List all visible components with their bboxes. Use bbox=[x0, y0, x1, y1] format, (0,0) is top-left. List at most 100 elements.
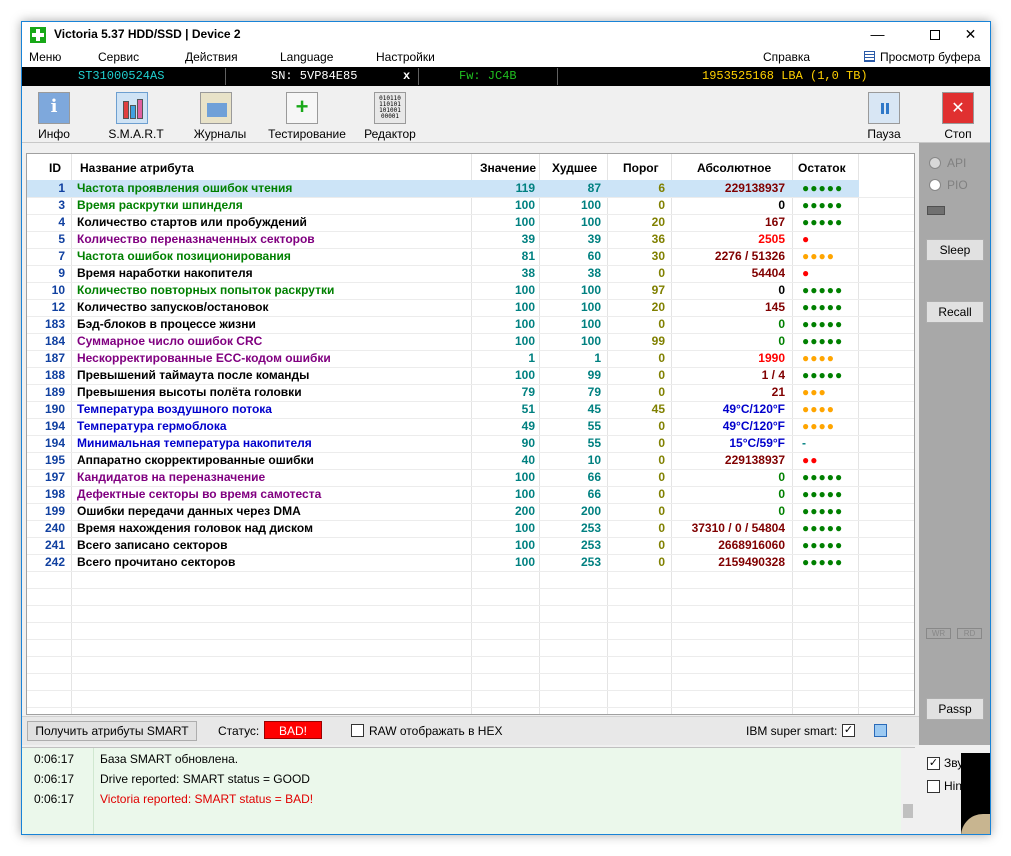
header-raw[interactable]: Абсолютное bbox=[697, 161, 771, 175]
tube-icon bbox=[130, 105, 136, 119]
cell-value: 100 bbox=[514, 521, 535, 535]
table-row[interactable]: 194 Температура гермоблока 49 55 0 49°C/120°F… bbox=[27, 418, 859, 435]
cell-id: 199 bbox=[44, 504, 65, 518]
api-radio[interactable] bbox=[929, 157, 941, 169]
log-message: База SMART обновлена. bbox=[100, 752, 239, 766]
menu-help[interactable]: Справка bbox=[763, 50, 810, 64]
menu-service[interactable]: Сервис bbox=[98, 50, 139, 64]
hints-checkbox[interactable] bbox=[927, 780, 940, 793]
menu-settings[interactable]: Настройки bbox=[376, 50, 435, 64]
grid-line bbox=[27, 520, 914, 521]
log-time: 0:06:17 bbox=[34, 772, 75, 786]
table-row[interactable]: 3 Время раскрутки шпинделя 100 100 0 0 ●●●●● bbox=[27, 197, 859, 214]
header-worst[interactable]: Худшее bbox=[552, 161, 597, 175]
pio-label: PIO bbox=[947, 178, 968, 192]
cell-worst: 253 bbox=[580, 555, 601, 569]
editor-label: Редактор bbox=[364, 127, 416, 141]
table-row[interactable]: 184 Суммарное число ошибок CRC 100 100 99 0 ●●… bbox=[27, 333, 859, 350]
table-row[interactable]: 12 Количество запусков/остановок 100 100 20 1… bbox=[27, 299, 859, 316]
table-row[interactable]: 241 Всего записано секторов 100 253 0 2668916… bbox=[27, 537, 859, 554]
grid-line bbox=[27, 486, 914, 487]
grid-line bbox=[27, 554, 914, 555]
log-scrollbar[interactable] bbox=[901, 748, 915, 834]
grid-line bbox=[27, 452, 914, 453]
menu-actions[interactable]: Действия bbox=[185, 50, 238, 64]
table-row[interactable]: 240 Время нахождения головок над диском 10… bbox=[27, 520, 859, 537]
cell-id: 10 bbox=[51, 283, 65, 297]
device-model: ST31000524AS bbox=[78, 69, 165, 83]
passp-button[interactable]: Passp bbox=[926, 698, 984, 720]
cell-health: ● bbox=[802, 232, 811, 246]
menu-main[interactable]: Меню bbox=[29, 50, 61, 64]
cell-value: 38 bbox=[521, 266, 535, 280]
table-row[interactable]: 183 Бэд-блоков в процессе жизни 100 100 0 0 ●●… bbox=[27, 316, 859, 333]
cell-id: 194 bbox=[44, 436, 65, 450]
log-message: Victoria reported: SMART status = BAD! bbox=[100, 792, 314, 806]
sound-checkbox[interactable]: ✓ bbox=[927, 757, 940, 770]
table-row[interactable]: 199 Ошибки передачи данных через DMA 200 20… bbox=[27, 503, 859, 520]
header-value[interactable]: Значение bbox=[480, 161, 536, 175]
color-indicator[interactable] bbox=[874, 724, 887, 737]
ibm-super-smart-checkbox[interactable]: ✓ bbox=[842, 724, 855, 737]
device-close-icon[interactable]: x bbox=[403, 69, 410, 83]
cell-health: - bbox=[802, 436, 807, 450]
folder-icon bbox=[200, 92, 232, 124]
table-row[interactable]: 7 Частота ошибок позиционирования 81 60 30 22… bbox=[27, 248, 859, 265]
table-row[interactable]: 9 Время наработки накопителя 38 38 0 54404 ● bbox=[27, 265, 859, 282]
cell-worst: 39 bbox=[587, 232, 601, 246]
table-row[interactable]: 242 Всего прочитано секторов 100 253 0 215949… bbox=[27, 554, 859, 571]
cell-raw: 21 bbox=[771, 385, 785, 399]
cell-health: ●●●● bbox=[802, 402, 835, 416]
grid-line bbox=[27, 214, 914, 215]
table-row[interactable]: 198 Дефектные секторы во время самотеста 1… bbox=[27, 486, 859, 503]
header-id[interactable]: ID bbox=[49, 161, 61, 175]
cell-value: 40 bbox=[521, 453, 535, 467]
sleep-button[interactable]: Sleep bbox=[926, 239, 984, 261]
table-row[interactable]: 10 Количество повторных попыток раскрутки… bbox=[27, 282, 859, 299]
header-name[interactable]: Название атрибута bbox=[80, 161, 194, 175]
smart-attributes-table[interactable]: ID Название атрибута Значение Худшее Пор… bbox=[26, 153, 915, 715]
tube-icon bbox=[137, 99, 143, 119]
editor-button[interactable]: 010110 110101 101001 00001 Редактор bbox=[360, 90, 420, 141]
table-row[interactable]: 4 Количество стартов или пробуждений 100 10… bbox=[27, 214, 859, 231]
pause-label: Пауза bbox=[867, 127, 901, 141]
header-threshold[interactable]: Порог bbox=[623, 161, 659, 175]
stop-button[interactable]: Стоп bbox=[936, 90, 980, 141]
table-row[interactable]: 187 Нескорректированные ECC-кодом ошибки 1… bbox=[27, 350, 859, 367]
cell-value: 100 bbox=[514, 368, 535, 382]
table-row[interactable]: 5 Количество переназначенных секторов 39 39… bbox=[27, 231, 859, 248]
cell-value: 100 bbox=[514, 215, 535, 229]
table-row[interactable]: 190 Температура воздушного потока 51 45 45 49… bbox=[27, 401, 859, 418]
raw-hex-checkbox[interactable] bbox=[351, 724, 364, 737]
info-button[interactable]: Инфо bbox=[30, 90, 78, 141]
table-row[interactable]: 189 Превышения высоты полёта головки 79 79 0… bbox=[27, 384, 859, 401]
header-health[interactable]: Остаток bbox=[798, 161, 846, 175]
grid-line bbox=[27, 707, 914, 708]
testing-button[interactable]: Тестирование bbox=[266, 90, 348, 141]
status-bar: Получить атрибуты SMART Статус: BAD! RAW… bbox=[22, 716, 919, 745]
table-row[interactable]: 195 Аппаратно скорректированные ошибки 40 1… bbox=[27, 452, 859, 469]
pio-radio[interactable] bbox=[929, 179, 941, 191]
table-row[interactable]: 1 Частота проявления ошибок чтения 119 87 6 2… bbox=[27, 180, 859, 197]
cell-health: ●●●●● bbox=[802, 555, 844, 569]
journals-button[interactable]: Журналы bbox=[190, 90, 250, 141]
smart-button[interactable]: S.M.A.R.T bbox=[106, 90, 166, 141]
menu-language[interactable]: Language bbox=[280, 50, 333, 64]
cell-id: 190 bbox=[44, 402, 65, 416]
rd-button[interactable]: RD bbox=[957, 628, 982, 639]
close-button[interactable]: ✕ bbox=[948, 22, 990, 47]
table-row[interactable]: 197 Кандидатов на переназначение 100 66 0 0 ●●… bbox=[27, 469, 859, 486]
cell-raw: 49°C/120°F bbox=[722, 402, 785, 416]
grid-line bbox=[27, 367, 914, 368]
minimize-button[interactable]: — bbox=[855, 22, 900, 47]
pause-button[interactable]: Пауза bbox=[862, 90, 906, 141]
cell-worst: 1 bbox=[594, 351, 601, 365]
menu-buffer-view[interactable]: Просмотр буфера bbox=[880, 50, 981, 64]
get-smart-button[interactable]: Получить атрибуты SMART bbox=[27, 721, 197, 741]
wr-button[interactable]: WR bbox=[926, 628, 951, 639]
table-row[interactable]: 188 Превышений таймаута после команды 100 9… bbox=[27, 367, 859, 384]
scroll-thumb[interactable] bbox=[903, 804, 913, 818]
recall-button[interactable]: Recall bbox=[926, 301, 984, 323]
table-row[interactable]: 194 Минимальная температура накопителя 90 5… bbox=[27, 435, 859, 452]
grid-line bbox=[27, 401, 914, 402]
